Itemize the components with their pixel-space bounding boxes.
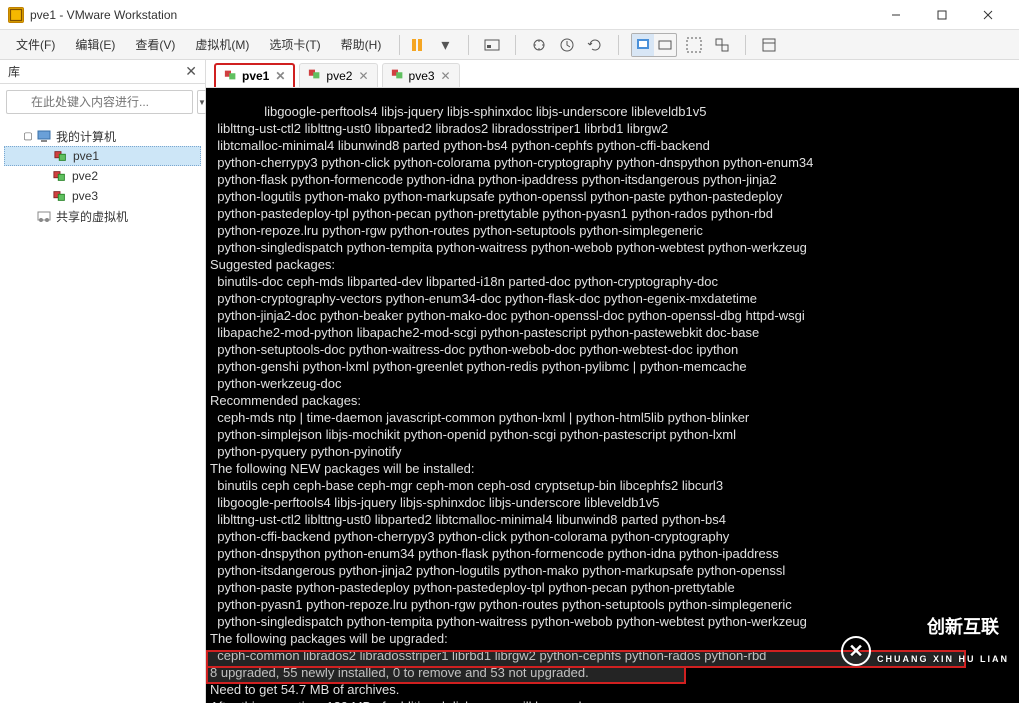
menu-vm[interactable]: 虚拟机(M) [187, 32, 257, 57]
tab-pve2[interactable]: pve2 ✕ [299, 63, 377, 87]
watermark-logo-icon: ✕ [841, 636, 871, 666]
library-icon[interactable] [758, 34, 780, 56]
stretch-guest-icon[interactable] [654, 34, 676, 56]
unity-icon[interactable] [711, 34, 733, 56]
tree-label: 我的计算机 [56, 128, 116, 145]
title-bar: pve1 - VMware Workstation [0, 0, 1019, 30]
close-button[interactable] [965, 0, 1011, 30]
sidebar-title: 库 [8, 63, 20, 80]
tab-pve1[interactable]: pve1 ✕ [214, 63, 295, 87]
separator [515, 35, 516, 55]
tree-label: pve2 [72, 169, 98, 183]
tab-close-icon[interactable]: ✕ [441, 69, 451, 83]
pause-button[interactable] [406, 34, 428, 56]
separator [468, 35, 469, 55]
vm-icon [52, 168, 68, 184]
watermark-brand: 创新互联 [927, 617, 999, 637]
tree-label: pve1 [73, 149, 99, 163]
tree-my-computer[interactable]: ▢ 我的计算机 [4, 126, 201, 146]
sidebar-close-icon[interactable]: ✕ [185, 63, 197, 80]
search-input[interactable] [6, 90, 193, 114]
menu-view[interactable]: 查看(V) [127, 32, 183, 57]
snapshot-icon[interactable] [528, 34, 550, 56]
tree-label: pve3 [72, 189, 98, 203]
menu-edit[interactable]: 编辑(E) [67, 32, 123, 57]
snapshot-manager-icon[interactable] [556, 34, 578, 56]
window-title: pve1 - VMware Workstation [30, 8, 873, 22]
separator [745, 35, 746, 55]
tree-vm-pve3[interactable]: pve3 [4, 186, 201, 206]
tab-pve3[interactable]: pve3 ✕ [382, 63, 460, 87]
collapse-icon[interactable]: ▢ [22, 131, 34, 142]
revert-snapshot-icon[interactable] [584, 34, 606, 56]
library-sidebar: 库 ✕ ▼ ▢ 我的计算机 pve1 pve2 [0, 60, 206, 703]
vm-icon [391, 67, 405, 84]
tree-shared-vms[interactable]: 共享的虚拟机 [4, 206, 201, 226]
minimize-button[interactable] [873, 0, 919, 30]
vm-icon [52, 188, 68, 204]
tab-label: pve3 [409, 69, 435, 83]
shared-icon [36, 208, 52, 224]
vm-icon [308, 67, 322, 84]
menu-file[interactable]: 文件(F) [8, 32, 63, 57]
separator [618, 35, 619, 55]
app-icon [8, 7, 24, 23]
terminal-output: libgoogle-perftools4 libjs-jquery libjs-… [210, 104, 813, 703]
tree-label: 共享的虚拟机 [56, 208, 128, 225]
maximize-button[interactable] [919, 0, 965, 30]
tree-vm-pve1[interactable]: pve1 [4, 146, 201, 166]
collapse-icon[interactable] [22, 211, 34, 222]
tree-vm-pve2[interactable]: pve2 [4, 166, 201, 186]
watermark: ✕ 创新互联 CHUANG XIN HU LIAN [841, 603, 1009, 699]
vm-console[interactable]: libgoogle-perftools4 libjs-jquery libjs-… [206, 88, 1019, 703]
menu-bar: 文件(F) 编辑(E) 查看(V) 虚拟机(M) 选项卡(T) 帮助(H) ▾ [0, 30, 1019, 60]
dropdown-icon[interactable]: ▾ [434, 34, 456, 56]
fit-guest-icon[interactable] [632, 34, 654, 56]
tab-close-icon[interactable]: ✕ [358, 69, 368, 83]
menu-tabs[interactable]: 选项卡(T) [261, 32, 328, 57]
menu-help[interactable]: 帮助(H) [333, 32, 390, 57]
tab-bar: pve1 ✕ pve2 ✕ pve3 ✕ [206, 60, 1019, 88]
tab-label: pve1 [242, 69, 269, 83]
separator [399, 35, 400, 55]
send-ctrl-alt-del-icon[interactable] [481, 34, 503, 56]
tab-close-icon[interactable]: ✕ [275, 69, 285, 83]
vm-icon [53, 148, 69, 164]
computer-icon [36, 128, 52, 144]
vm-icon [224, 68, 238, 85]
fullscreen-icon[interactable] [683, 34, 705, 56]
watermark-sub: CHUANG XIN HU LIAN [877, 651, 1009, 667]
tab-label: pve2 [326, 69, 352, 83]
